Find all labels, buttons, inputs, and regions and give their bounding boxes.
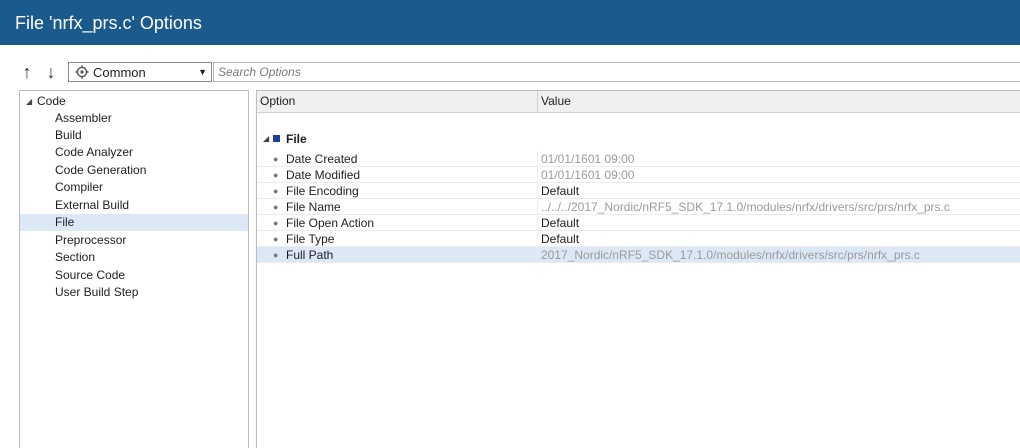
tree-item-label: Section xyxy=(55,250,96,264)
tree-item-file[interactable]: File xyxy=(20,214,248,231)
tree-item-label: External Build xyxy=(55,198,130,212)
tree-item-code[interactable]: ◢ Code xyxy=(20,93,248,110)
property-row-date-modified[interactable]: ● Date Modified 01/01/1601 09:00 xyxy=(257,167,1020,183)
tree-item-label: Code Generation xyxy=(55,163,147,177)
search-input[interactable] xyxy=(218,63,1008,81)
tree-item-label: Code xyxy=(37,94,66,108)
property-name: Date Modified xyxy=(286,168,361,182)
property-name: Date Created xyxy=(286,152,358,166)
bullet-icon: ● xyxy=(273,154,279,164)
bullet-icon: ● xyxy=(273,250,279,260)
property-value[interactable]: ../../../2017_Nordic/nRF5_SDK_17.1.0/mod… xyxy=(541,199,950,215)
property-value[interactable]: Default xyxy=(541,215,579,231)
property-row-date-created[interactable]: ● Date Created 01/01/1601 09:00 xyxy=(257,151,1020,167)
column-divider[interactable] xyxy=(537,91,538,112)
tree-item-label: User Build Step xyxy=(55,285,139,299)
tree-item-source-code[interactable]: Source Code xyxy=(20,267,248,284)
column-divider xyxy=(537,167,538,183)
property-value[interactable]: 2017_Nordic/nRF5_SDK_17.1.0/modules/nrfx… xyxy=(541,247,920,263)
search-box[interactable] xyxy=(213,62,1020,82)
grid-header: Option Value xyxy=(257,91,1020,113)
property-row-file-name[interactable]: ● File Name ../../../2017_Nordic/nRF5_SD… xyxy=(257,199,1020,215)
property-name: File Open Action xyxy=(286,216,375,230)
expand-caret-icon[interactable]: ◢ xyxy=(263,130,269,148)
tree-item-user-build-step[interactable]: User Build Step xyxy=(20,284,248,301)
property-name: File Encoding xyxy=(286,184,359,198)
options-toolbar: ↑ ↓ Common ▼ xyxy=(0,59,1020,85)
tree-item-code-analyzer[interactable]: Code Analyzer xyxy=(20,144,248,161)
property-name: File Name xyxy=(286,200,341,214)
arrow-up-icon[interactable]: ↑ xyxy=(18,61,36,83)
category-row-file[interactable]: ◢ File xyxy=(257,130,1020,148)
tree-item-preprocessor[interactable]: Preprocessor xyxy=(20,232,248,249)
property-value[interactable]: 01/01/1601 09:00 xyxy=(541,151,634,167)
category-square-icon xyxy=(273,135,280,142)
expand-caret-icon[interactable]: ◢ xyxy=(26,93,32,110)
tree-item-label: Source Code xyxy=(55,268,126,282)
bullet-icon: ● xyxy=(273,218,279,228)
property-value[interactable]: 01/01/1601 09:00 xyxy=(541,167,634,183)
tree-item-label: Build xyxy=(55,128,82,142)
column-header-value[interactable]: Value xyxy=(541,91,571,112)
property-value[interactable]: Default xyxy=(541,183,579,199)
tree-item-label: Compiler xyxy=(55,180,104,194)
window-titlebar: File 'nrfx_prs.c' Options xyxy=(0,0,1020,45)
bullet-icon: ● xyxy=(273,202,279,212)
tree-item-assembler[interactable]: Assembler xyxy=(20,110,248,127)
tree-item-external-build[interactable]: External Build xyxy=(20,197,248,214)
tree-item-compiler[interactable]: Compiler xyxy=(20,179,248,196)
category-tree: ◢ Code Assembler Build Code Analyzer Cod… xyxy=(19,90,249,448)
bullet-icon: ● xyxy=(273,186,279,196)
gear-icon xyxy=(75,65,89,79)
bullet-icon: ● xyxy=(273,170,279,180)
property-row-full-path[interactable]: ● Full Path 2017_Nordic/nRF5_SDK_17.1.0/… xyxy=(257,247,1020,263)
category-dropdown-label: Common xyxy=(93,65,146,80)
property-row-file-type[interactable]: ● File Type Default xyxy=(257,231,1020,247)
tree-item-code-generation[interactable]: Code Generation xyxy=(20,162,248,179)
tree-item-label: Code Analyzer xyxy=(55,145,134,159)
property-value[interactable]: Default xyxy=(541,231,579,247)
tree-item-label: Assembler xyxy=(55,111,112,125)
property-row-file-open-action[interactable]: ● File Open Action Default xyxy=(257,215,1020,231)
property-name: File Type xyxy=(286,232,335,246)
arrow-down-icon[interactable]: ↓ xyxy=(42,61,60,83)
tree-item-label: File xyxy=(55,215,75,229)
chevron-down-icon: ▼ xyxy=(198,67,207,77)
column-divider xyxy=(537,247,538,263)
property-row-file-encoding[interactable]: ● File Encoding Default xyxy=(257,183,1020,199)
column-divider xyxy=(537,231,538,247)
bullet-icon: ● xyxy=(273,234,279,244)
column-divider xyxy=(537,199,538,215)
tree-item-label: Preprocessor xyxy=(55,233,127,247)
category-dropdown[interactable]: Common ▼ xyxy=(68,62,212,82)
tree-item-section[interactable]: Section xyxy=(20,249,248,266)
tree-item-build[interactable]: Build xyxy=(20,127,248,144)
column-divider xyxy=(537,215,538,231)
column-header-option[interactable]: Option xyxy=(260,91,295,112)
column-divider xyxy=(537,151,538,167)
column-divider xyxy=(537,183,538,199)
window-title: File 'nrfx_prs.c' Options xyxy=(15,13,202,33)
category-label: File xyxy=(286,132,307,146)
property-name: Full Path xyxy=(286,248,334,262)
options-grid: Option Value ◢ File ● Date Created 01/01… xyxy=(256,90,1020,448)
